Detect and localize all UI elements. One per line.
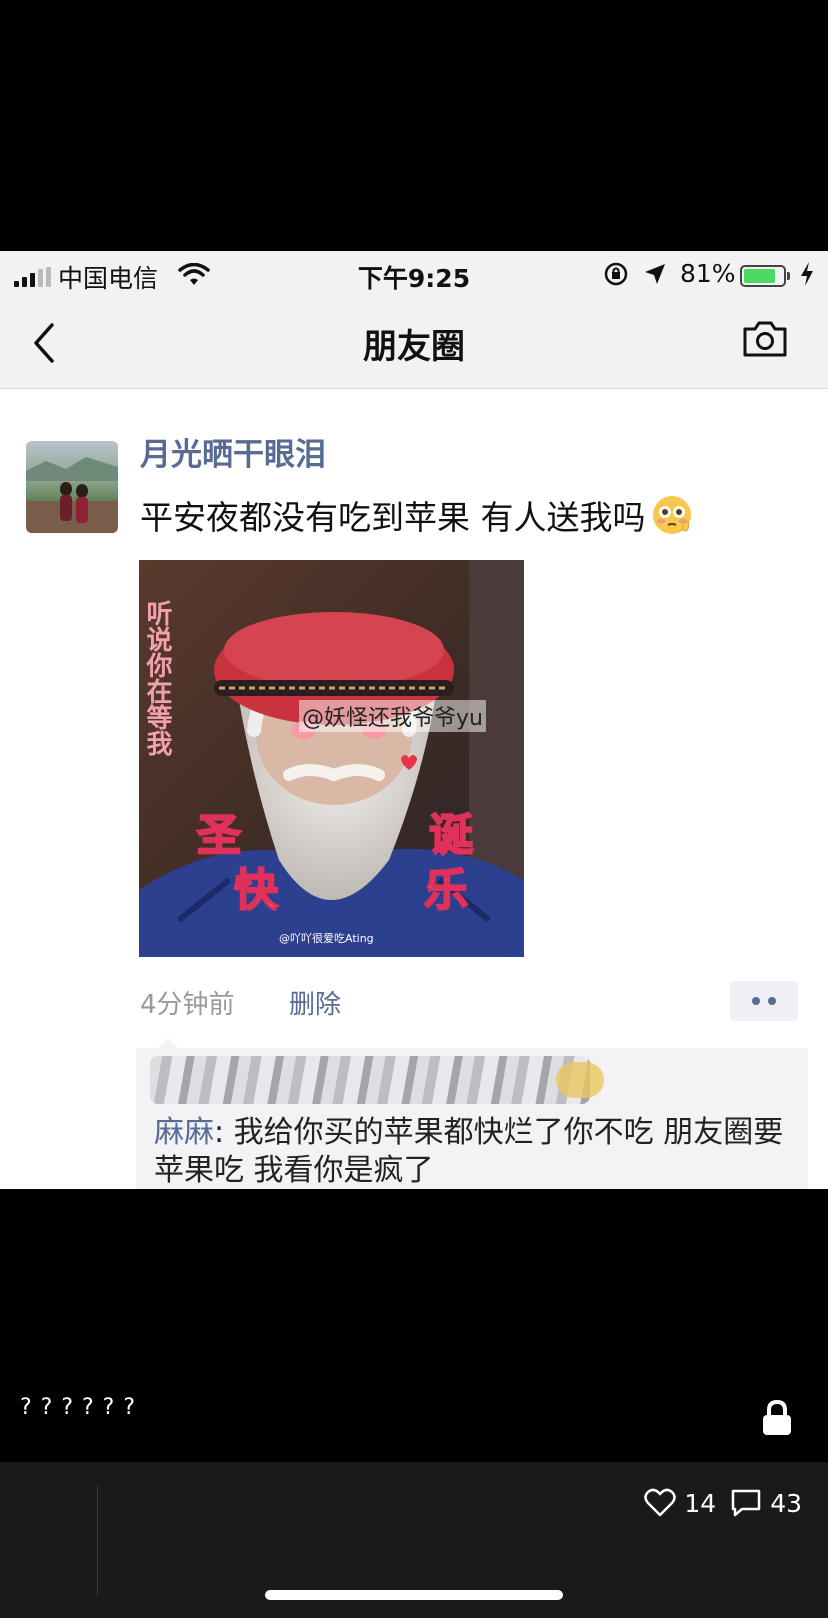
post-stats: 14 43 [644, 1488, 808, 1518]
post-text-content: 平安夜都没有吃到苹果 有人送我吗 [140, 498, 646, 537]
dot-icon [768, 997, 776, 1005]
post-image[interactable]: 听说你在等我 圣 快 诞 乐 @妖怪还我爷爷yu @吖吖很爱吃Ating [139, 560, 524, 957]
comment-separator: : [214, 1115, 234, 1150]
meme-char-le: 乐 [424, 865, 468, 916]
comment-item[interactable]: 麻麻: 我给你买的苹果都快烂了你不吃 朋友圈要苹果吃 我看你是疯了 [154, 1114, 794, 1189]
flushed-face-emoji-icon [652, 496, 691, 534]
lock-icon[interactable] [761, 1399, 793, 1437]
redacted-likes [150, 1056, 590, 1104]
rotation-lock-icon [604, 262, 628, 286]
meme-char-sheng: 圣 [197, 810, 241, 861]
more-actions-button[interactable] [730, 981, 798, 1021]
post-caption: ? ? ? ? ? ? [20, 1395, 137, 1420]
location-arrow-icon [645, 264, 665, 284]
post-text: 平安夜都没有吃到苹果 有人送我吗 [140, 491, 694, 539]
delete-link[interactable]: 删除 [289, 984, 341, 1021]
status-bar: 中国电信 下午9:25 81% [0, 251, 828, 299]
like-count: 14 [684, 1488, 717, 1518]
avatar[interactable] [26, 441, 118, 533]
bottom-bar: 14 43 [0, 1462, 828, 1618]
dot-icon [752, 997, 760, 1005]
screenshot-content: 中国电信 下午9:25 81% 朋友圈 月光晒干眼泪 平安夜都没有吃到苹果 有人… [0, 251, 828, 1189]
charging-bolt-icon [801, 262, 813, 286]
image-watermark: @妖怪还我爷爷yu [299, 700, 486, 732]
redacted-avatar [556, 1062, 604, 1098]
comment-text: 我给你买的苹果都快烂了你不吃 朋友圈要苹果吃 我看你是疯了 [154, 1115, 784, 1188]
post-timestamp: 4分钟前 [140, 990, 235, 1020]
post-author[interactable]: 月光晒干眼泪 [140, 429, 326, 474]
home-indicator[interactable] [265, 1590, 563, 1600]
meme-char-kuai: 快 [234, 865, 279, 916]
camera-icon[interactable] [742, 319, 788, 359]
comments-area: 麻麻: 我给你买的苹果都快烂了你不吃 朋友圈要苹果吃 我看你是疯了 [136, 1038, 808, 1189]
nav-bar: 朋友圈 [0, 299, 828, 389]
image-small-watermark: @吖吖很爱吃Ating [279, 932, 374, 945]
heart-icon[interactable] [644, 1488, 677, 1518]
battery-icon [740, 265, 790, 287]
meme-side-text: 听说你在等我 [142, 600, 173, 756]
meme-char-dan: 诞 [429, 810, 473, 861]
battery-percent: 81% [680, 259, 736, 288]
comment-count: 43 [770, 1488, 802, 1518]
divider [97, 1486, 98, 1596]
comment-bubble-icon[interactable] [730, 1488, 762, 1518]
comment-author[interactable]: 麻麻 [154, 1115, 214, 1150]
page-title: 朋友圈 [363, 327, 465, 367]
